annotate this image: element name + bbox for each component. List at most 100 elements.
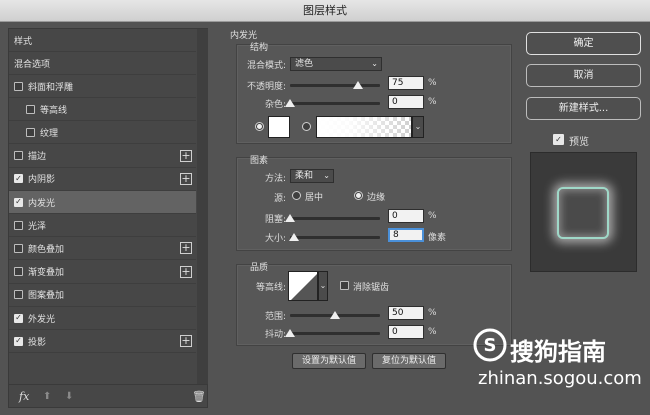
style-item-checkbox[interactable]: ✓	[14, 336, 23, 346]
cancel-button[interactable]: 取消	[526, 64, 641, 87]
style-item-checkbox[interactable]	[14, 290, 23, 300]
style-item-checkbox[interactable]	[14, 267, 23, 277]
contour-curve-icon	[291, 274, 317, 300]
style-item-checkbox[interactable]	[14, 220, 23, 230]
choke-unit: %	[428, 211, 437, 221]
style-item[interactable]: 斜面和浮雕	[9, 75, 196, 98]
style-item[interactable]: 颜色叠加 +	[9, 237, 196, 261]
styles-list-panel: 样式 混合选项 fx ⬆ ⬇ 🗑 斜面和浮雕 等高线 纹理 描边 + ✓ 内阴影 + ✓ 内发光光…	[8, 28, 208, 408]
style-item-checkbox[interactable]	[26, 127, 35, 137]
range-unit: %	[428, 308, 437, 318]
style-item-label: 投影	[28, 337, 47, 348]
blend-options-label: 混合选项	[14, 59, 51, 70]
style-item[interactable]: 图案叠加	[9, 284, 196, 307]
style-item[interactable]: ✓ 投影 +	[9, 330, 196, 354]
style-item[interactable]: 纹理	[9, 121, 196, 145]
jitter-slider-thumb[interactable]	[285, 329, 295, 337]
method-select[interactable]: 柔和 ⌄	[290, 169, 334, 183]
style-item[interactable]: ✓ 内阴影 +	[9, 168, 196, 191]
size-slider-track[interactable]	[290, 236, 380, 239]
style-item-label: 斜面和浮雕	[28, 82, 74, 93]
choke-label: 阻塞:	[264, 215, 286, 225]
chevron-down-icon[interactable]: ⌄	[318, 271, 328, 301]
trash-icon[interactable]: 🗑	[192, 390, 206, 403]
style-item-label: 图案叠加	[28, 291, 65, 302]
ok-button[interactable]: 确定	[526, 32, 641, 55]
style-item[interactable]: 等高线	[9, 98, 196, 122]
add-effect-icon[interactable]: +	[180, 149, 192, 162]
reset-default-button[interactable]: 复位为默认值	[372, 353, 446, 369]
choke-slider-track[interactable]	[290, 217, 380, 220]
jitter-input[interactable]: 0	[388, 325, 424, 339]
style-item-checkbox[interactable]: ✓	[14, 197, 23, 207]
style-item[interactable]: 描边 +	[9, 145, 196, 168]
range-slider-thumb[interactable]	[330, 311, 340, 319]
add-effect-icon[interactable]: +	[180, 265, 192, 278]
set-default-button[interactable]: 设置为默认值	[292, 353, 366, 369]
style-item-label: 渐变叠加	[28, 268, 65, 279]
style-item-checkbox[interactable]	[14, 151, 23, 161]
style-item-label: 纹理	[40, 128, 59, 139]
opacity-slider-track[interactable]	[290, 84, 380, 87]
inner-glow-settings: 内发光 结构 混合模式: 滤色 ⌄ 不透明度: 75 % 杂色: 0 % ⌄ 图…	[230, 26, 512, 406]
blend-mode-label: 混合模式:	[246, 61, 286, 71]
choke-slider-thumb[interactable]	[285, 214, 295, 222]
quality-title: 品质	[250, 263, 269, 273]
move-up-icon[interactable]: ⬆	[43, 391, 51, 402]
add-effect-icon[interactable]: +	[180, 242, 192, 255]
glow-color-swatch[interactable]	[268, 116, 290, 138]
noise-slider-track[interactable]	[290, 102, 380, 105]
watermark-brand: 搜狗指南	[510, 338, 606, 366]
style-item-checkbox[interactable]: ✓	[14, 174, 23, 184]
opacity-slider-thumb[interactable]	[352, 81, 363, 89]
choke-input[interactable]: 0	[388, 209, 424, 223]
color-radio[interactable]	[255, 122, 264, 131]
style-item-label: 等高线	[40, 105, 68, 116]
watermark-url: zhinan.sogou.com	[478, 368, 642, 389]
style-item-checkbox[interactable]: ✓	[14, 313, 23, 323]
style-item[interactable]: 渐变叠加 +	[9, 261, 196, 284]
size-input[interactable]: 8	[388, 228, 424, 242]
noise-input[interactable]: 0	[388, 95, 424, 109]
style-item-label: 颜色叠加	[28, 244, 65, 255]
add-effect-icon[interactable]: +	[180, 172, 192, 185]
opacity-input[interactable]: 75	[388, 76, 424, 90]
range-input[interactable]: 50	[388, 306, 424, 320]
range-label: 范围:	[264, 312, 286, 322]
noise-unit: %	[428, 97, 437, 107]
style-item[interactable]: ✓ 内发光	[9, 191, 196, 214]
styles-list-scrollbar[interactable]	[197, 29, 208, 384]
size-slider-thumb[interactable]	[288, 233, 299, 241]
noise-label: 杂色:	[264, 100, 286, 110]
style-item-checkbox[interactable]	[26, 104, 35, 114]
styles-list-footer: fx ⬆ ⬇ 🗑	[9, 384, 207, 407]
blend-mode-select[interactable]: 滤色 ⌄	[290, 57, 382, 71]
svg-text:S: S	[484, 335, 497, 356]
chevron-down-icon[interactable]: ⌄	[412, 116, 424, 138]
style-item-checkbox[interactable]	[14, 81, 23, 91]
style-item-label: 描边	[28, 152, 47, 163]
add-effect-icon[interactable]: +	[180, 335, 192, 348]
method-label: 方法:	[264, 174, 286, 184]
source-label: 源:	[273, 194, 286, 204]
jitter-unit: %	[428, 327, 437, 337]
preview-checkbox[interactable]: ✓	[553, 134, 564, 145]
source-edge-radio[interactable]	[354, 191, 363, 200]
new-style-button[interactable]: 新建样式...	[526, 97, 641, 120]
size-unit: 像素	[428, 233, 447, 243]
contour-preview[interactable]	[288, 271, 318, 301]
gradient-radio[interactable]	[302, 122, 311, 131]
fx-icon[interactable]: fx	[19, 390, 29, 403]
glow-gradient-swatch[interactable]	[316, 116, 412, 138]
style-item[interactable]: 光泽	[9, 214, 196, 238]
noise-slider-thumb[interactable]	[285, 99, 295, 107]
style-item-checkbox[interactable]	[14, 243, 23, 253]
source-center-radio[interactable]	[292, 191, 301, 200]
blend-options-item[interactable]: 混合选项	[9, 52, 196, 75]
style-item[interactable]: ✓ 外发光	[9, 307, 196, 330]
move-down-icon[interactable]: ⬇	[65, 391, 73, 402]
anti-alias-checkbox[interactable]	[340, 281, 349, 290]
jitter-slider-track[interactable]	[290, 332, 380, 335]
styles-header[interactable]: 样式	[9, 29, 196, 52]
style-item-label: 光泽	[28, 221, 47, 232]
